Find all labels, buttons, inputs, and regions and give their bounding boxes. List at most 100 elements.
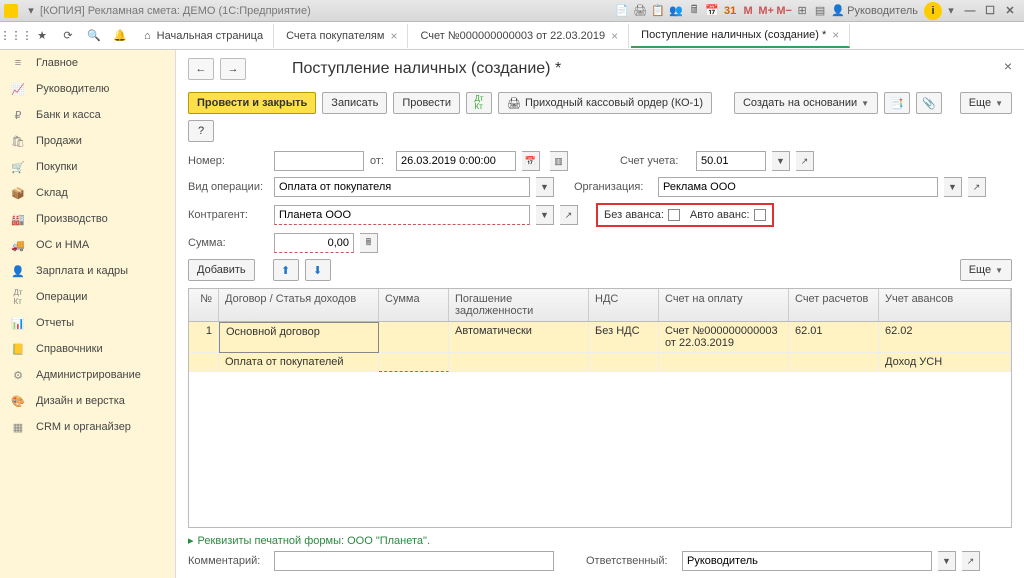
cell-vat-2[interactable]: [589, 353, 659, 372]
cell-n[interactable]: [189, 353, 219, 372]
tab-invoices[interactable]: Счета покупателям ×: [276, 24, 408, 48]
m-icon[interactable]: M: [739, 2, 757, 20]
cell-settle-2[interactable]: [789, 353, 879, 372]
number-input[interactable]: [274, 151, 364, 171]
resp-open-button[interactable]: ↗: [962, 551, 980, 571]
sidebar-item-purchases[interactable]: 🛒Покупки: [0, 154, 175, 180]
sidebar-item-bank[interactable]: ₽Банк и касса: [0, 102, 175, 128]
th-sum[interactable]: Сумма: [379, 289, 449, 321]
calc-icon[interactable]: 🖩: [685, 2, 703, 20]
cell-contract[interactable]: Основной договор: [219, 322, 379, 353]
th-vat[interactable]: НДС: [589, 289, 659, 321]
print-icon[interactable]: 🖨: [631, 2, 649, 20]
help-button[interactable]: ?: [188, 120, 214, 142]
tab-invoice-3[interactable]: Счет №000000000003 от 22.03.2019 ×: [410, 24, 629, 48]
cell-invoice-2[interactable]: [659, 353, 789, 372]
cell-n[interactable]: 1: [189, 322, 219, 353]
account-select-button[interactable]: ▼: [772, 151, 790, 171]
move-up-button[interactable]: ⬆: [273, 259, 299, 281]
sidebar-item-assets[interactable]: 🚚ОС и НМА: [0, 232, 175, 258]
sum-calc-button[interactable]: 🖩: [360, 233, 378, 253]
create-based-button[interactable]: Создать на основании▼: [734, 92, 878, 114]
account-open-button[interactable]: ↗: [796, 151, 814, 171]
noadvance-checkbox[interactable]: [668, 209, 680, 221]
sidebar-item-production[interactable]: 🏭Производство: [0, 206, 175, 232]
org-open-button[interactable]: ↗: [968, 177, 986, 197]
sidebar-item-design[interactable]: 🎨Дизайн и верстка: [0, 388, 175, 414]
th-advance-acc[interactable]: Учет авансов: [879, 289, 1011, 321]
print-form-button[interactable]: 🖨Приходный кассовый ордер (КО-1): [498, 92, 712, 114]
attach-button[interactable]: 📎: [916, 92, 942, 114]
date-icon[interactable]: 31: [721, 2, 739, 20]
close-icon[interactable]: ×: [832, 28, 839, 42]
sum-input[interactable]: [274, 233, 354, 253]
sidebar-item-manager[interactable]: 📈Руководителю: [0, 76, 175, 102]
sidebar-item-stock[interactable]: 📦Склад: [0, 180, 175, 206]
sidebar-item-hr[interactable]: 👤Зарплата и кадры: [0, 258, 175, 284]
contr-input[interactable]: [274, 205, 530, 225]
tab-cash-receipt[interactable]: Поступление наличных (создание) * ×: [631, 24, 850, 48]
contr-select-button[interactable]: ▼: [536, 205, 554, 225]
sidebar-item-operations[interactable]: ДтКтОперации: [0, 284, 175, 310]
print-requisites-link[interactable]: ▸ Реквизиты печатной формы: ООО "Планета…: [188, 534, 1012, 547]
account-input[interactable]: [696, 151, 766, 171]
tb-icon-1[interactable]: 📄: [613, 2, 631, 20]
dropdown-icon[interactable]: ▾: [22, 2, 40, 20]
close-icon[interactable]: ×: [390, 29, 397, 43]
move-down-button[interactable]: ⬇: [305, 259, 331, 281]
close-page-button[interactable]: ×: [1004, 58, 1012, 74]
resp-select-button[interactable]: ▼: [938, 551, 956, 571]
optype-input[interactable]: [274, 177, 530, 197]
add-row-button[interactable]: Добавить: [188, 259, 255, 281]
cell-payoff[interactable]: Автоматически: [449, 322, 589, 353]
dtkt-button[interactable]: ДтКт: [466, 92, 492, 114]
history-icon[interactable]: ⟳: [56, 24, 80, 48]
post-and-close-button[interactable]: Провести и закрыть: [188, 92, 316, 114]
info-icon[interactable]: i: [924, 2, 942, 20]
sidebar-item-main[interactable]: ≡Главное: [0, 50, 175, 76]
contr-open-button[interactable]: ↗: [560, 205, 578, 225]
favorite-icon[interactable]: ★: [30, 24, 54, 48]
th-contract[interactable]: Договор / Статья доходов: [219, 289, 379, 321]
cell-payoff-2[interactable]: [449, 353, 589, 372]
apps-icon[interactable]: ⋮⋮⋮: [4, 24, 28, 48]
table-row[interactable]: 1 Основной договор Автоматически Без НДС…: [189, 322, 1011, 353]
bell-icon[interactable]: 🔔: [108, 24, 132, 48]
post-button[interactable]: Провести: [393, 92, 460, 114]
sidebar-item-catalogs[interactable]: 📒Справочники: [0, 336, 175, 362]
cell-settle[interactable]: 62.01: [789, 322, 879, 353]
th-number[interactable]: №: [189, 289, 219, 321]
calendar-icon[interactable]: 📅: [703, 2, 721, 20]
date-extra-button[interactable]: ▥: [550, 151, 568, 171]
sidebar-item-admin[interactable]: ⚙Администрирование: [0, 362, 175, 388]
close-icon[interactable]: ×: [611, 29, 618, 43]
comment-input[interactable]: [274, 551, 554, 571]
m-minus-icon[interactable]: M−: [775, 2, 793, 20]
table-body[interactable]: 1 Основной договор Автоматически Без НДС…: [189, 322, 1011, 527]
tb-icon-2[interactable]: 📋: [649, 2, 667, 20]
table-row[interactable]: Оплата от покупателей Доход УСН: [189, 353, 1011, 372]
th-payoff[interactable]: Погашение задолженности: [449, 289, 589, 321]
optype-select-button[interactable]: ▼: [536, 177, 554, 197]
cell-usn[interactable]: Доход УСН: [879, 353, 1011, 372]
more-button[interactable]: Еще▼: [960, 92, 1012, 114]
forward-button[interactable]: →: [220, 58, 246, 80]
date-input[interactable]: [396, 151, 516, 171]
search-icon[interactable]: 🔍: [82, 24, 106, 48]
cell-advacc[interactable]: 62.02: [879, 322, 1011, 353]
cell-sum[interactable]: [379, 322, 449, 353]
close-window-button[interactable]: ✕: [1000, 2, 1020, 20]
caret-icon[interactable]: ▾: [942, 2, 960, 20]
cell-sum-2[interactable]: [379, 353, 449, 372]
m-plus-icon[interactable]: M+: [757, 2, 775, 20]
cell-invoice[interactable]: Счет №000000000003 от 22.03.2019: [659, 322, 789, 353]
compare-icon[interactable]: 👥: [667, 2, 685, 20]
autoadvance-checkbox[interactable]: [754, 209, 766, 221]
cell-vat[interactable]: Без НДС: [589, 322, 659, 353]
minimize-button[interactable]: —: [960, 2, 980, 20]
back-button[interactable]: ←: [188, 58, 214, 80]
tab-home[interactable]: ⌂ Начальная страница: [134, 24, 274, 48]
org-input[interactable]: [658, 177, 938, 197]
write-button[interactable]: Записать: [322, 92, 387, 114]
structure-button[interactable]: 📑: [884, 92, 910, 114]
